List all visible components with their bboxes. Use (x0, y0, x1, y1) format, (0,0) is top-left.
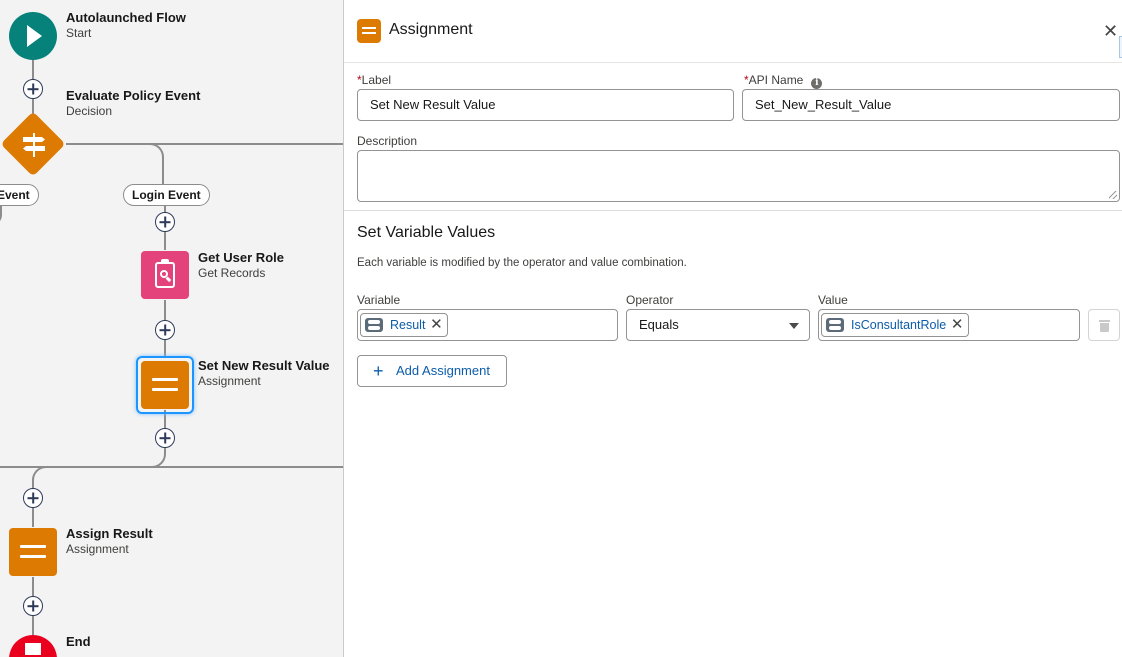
label-input[interactable]: Set New Result Value (357, 89, 734, 121)
clipboard-search-icon (155, 259, 175, 288)
resize-handle[interactable] (1109, 191, 1117, 199)
variable-pill[interactable]: Result ✕ (360, 313, 449, 337)
value-pill[interactable]: IsConsultantRole ✕ (821, 313, 970, 337)
add-element-button[interactable] (155, 212, 175, 232)
value-pill-label: IsConsultantRole (851, 318, 947, 332)
variable-icon (826, 318, 844, 332)
panel-title: Assignment (389, 21, 473, 38)
properties-panel: Assignment ✕ *Label Set New Result Value… (343, 0, 1122, 657)
add-element-button[interactable] (155, 320, 175, 340)
remove-value-icon[interactable]: ✕ (946, 314, 968, 336)
assignment-icon (357, 19, 381, 43)
value-combobox[interactable]: IsConsultantRole ✕ (818, 309, 1080, 341)
connector (66, 143, 343, 145)
variable-combobox[interactable]: Result ✕ (357, 309, 618, 341)
selected-node-type: Assignment (198, 374, 261, 388)
start-node-title: Autolaunched Flow (66, 10, 186, 25)
start-node[interactable] (9, 12, 57, 60)
get-records-node-title: Get User Role (198, 250, 284, 265)
panel-header: Assignment ✕ (344, 0, 1122, 63)
connector (150, 466, 343, 468)
add-element-button[interactable] (23, 596, 43, 616)
add-assignment-button[interactable]: + Add Assignment (357, 355, 507, 387)
connector-curve (0, 205, 2, 225)
decision-node-type: Decision (66, 104, 113, 118)
flow-canvas[interactable]: Autolaunched Flow Start Evaluate Policy … (0, 0, 343, 657)
connector (162, 160, 164, 184)
plus-icon: + (373, 361, 384, 381)
stop-icon (25, 643, 41, 655)
operator-value: Equals (639, 317, 679, 332)
section-help-text: Each variable is modified by the operato… (357, 257, 687, 269)
play-icon (27, 25, 42, 47)
trash-icon (1099, 320, 1110, 322)
get-records-node-type: Get Records (198, 266, 266, 280)
operator-column-label: Operator (626, 293, 674, 307)
delete-row-button[interactable] (1088, 309, 1120, 341)
connector (0, 466, 150, 468)
api-name-field-label: *API Name i (744, 73, 823, 89)
operator-select[interactable]: Equals (626, 309, 810, 341)
decision-icon (21, 133, 47, 157)
branch-label-left[interactable]: Event (0, 184, 39, 206)
selected-node-title: Set New Result Value (198, 358, 330, 373)
variable-pill-label: Result (390, 318, 426, 332)
connector-curve (148, 448, 166, 468)
connector-curve (144, 143, 164, 163)
add-assignment-label: Add Assignment (396, 363, 490, 378)
get-records-node[interactable] (141, 251, 189, 299)
assign-result-node-type: Assignment (66, 542, 129, 556)
assign-result-node[interactable] (9, 528, 57, 576)
description-textarea[interactable] (357, 150, 1120, 202)
assignment-node-selected[interactable] (141, 361, 189, 409)
section-divider (344, 210, 1122, 211)
close-icon[interactable]: ✕ (1103, 22, 1118, 40)
api-name-input[interactable]: Set_New_Result_Value (742, 89, 1120, 121)
branch-label-login-event[interactable]: Login Event (123, 184, 210, 206)
label-field-label: *Label (357, 73, 392, 87)
section-title: Set Variable Values (357, 224, 496, 241)
assign-result-node-title: Assign Result (66, 526, 153, 541)
add-element-button[interactable] (23, 488, 43, 508)
info-icon[interactable]: i (811, 78, 823, 89)
end-node[interactable] (9, 635, 57, 657)
variable-icon (365, 318, 383, 332)
start-node-type: Start (66, 26, 92, 40)
value-column-label: Value (818, 293, 848, 307)
chevron-down-icon (789, 323, 799, 329)
remove-variable-icon[interactable]: ✕ (425, 314, 447, 336)
end-node-title: End (66, 634, 91, 649)
connector-curve (32, 466, 52, 484)
add-element-button[interactable] (155, 428, 175, 448)
variable-column-label: Variable (357, 293, 401, 307)
add-element-button[interactable] (23, 79, 43, 99)
decision-node-title: Evaluate Policy Event (66, 88, 201, 103)
description-field-label: Description (357, 134, 418, 148)
